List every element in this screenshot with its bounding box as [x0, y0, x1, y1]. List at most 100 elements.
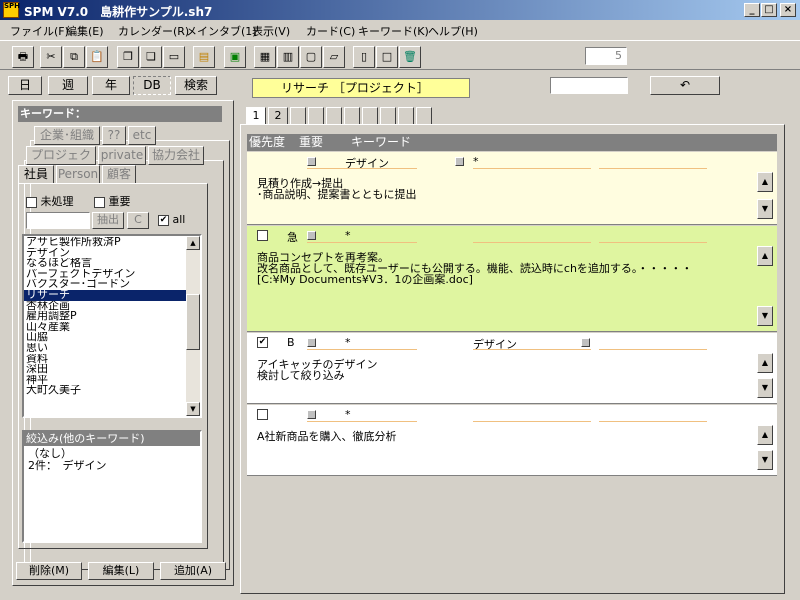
yellow-card-icon[interactable]: ▤	[193, 46, 215, 68]
importance-marker[interactable]	[307, 231, 316, 240]
unprocessed-checkbox[interactable]: 未処理	[26, 193, 74, 209]
card-priority[interactable]: 急	[287, 229, 298, 245]
right-input[interactable]	[550, 77, 628, 94]
card-scroll-down-button[interactable]: ▼	[757, 450, 773, 470]
page-tab-empty[interactable]	[380, 107, 396, 125]
tab-qq[interactable]: ??	[102, 126, 126, 145]
undo-button[interactable]: ↶	[650, 76, 720, 95]
counter-field[interactable]: 5	[585, 47, 627, 65]
card[interactable]: ✔ B * デザイン アイキャッチのデザイン 検討して絞り込み ▲ ▼	[247, 333, 777, 404]
keyword-list[interactable]: アサヒ製作所救済P デザイン なるほど格言 パーフェクトデザイン バクスター･ゴードンリ…	[22, 234, 202, 418]
tab-company[interactable]: 企業･組織	[34, 126, 100, 145]
tab-db[interactable]: DB	[133, 76, 171, 95]
card-scroll-down-button[interactable]: ▼	[757, 199, 773, 219]
card-scroll-up-button[interactable]: ▲	[757, 246, 773, 266]
page-tab-empty[interactable]	[326, 107, 342, 125]
folder-open-icon[interactable]: ▱	[323, 46, 345, 68]
filter-item[interactable]: 2件： デザイン	[28, 460, 107, 472]
card[interactable]: 急 * 商品コンセプトを再考案。 改名商品として、既存ユーザーにも公開する。機能、読…	[247, 226, 777, 332]
copy-icon[interactable]: ⧉	[63, 46, 85, 68]
trash-icon[interactable]: 🗑	[399, 46, 421, 68]
delete-button[interactable]: 削除(M)	[16, 562, 82, 580]
blank-card-icon[interactable]: □	[376, 46, 398, 68]
card-text[interactable]: 商品コンセプトを再考案。 改名商品として、既存ユーザーにも公開する。機能、読込時…	[257, 252, 692, 285]
scroll-thumb[interactable]	[186, 294, 200, 350]
card-checkbox[interactable]	[257, 230, 268, 241]
menu-maintab[interactable]: メインタブ(1)	[186, 23, 257, 39]
folder-icon[interactable]: ▢	[300, 46, 322, 68]
copy-card-icon[interactable]: ❐	[117, 46, 139, 68]
page-tab-empty[interactable]	[290, 107, 306, 125]
all-checkbox[interactable]: ✔ all	[158, 213, 185, 226]
card-priority[interactable]: B	[287, 336, 295, 349]
print-icon[interactable]: 🖶	[12, 46, 34, 68]
menu-help[interactable]: ヘルプ(H)	[428, 23, 478, 39]
keyword-marker[interactable]	[455, 157, 464, 166]
tab-year[interactable]: 年	[92, 76, 130, 95]
all-box[interactable]: ✔	[158, 214, 169, 226]
card-text[interactable]: アイキャッチのデザイン 検討して絞り込み	[257, 359, 377, 381]
menu-view[interactable]: 表示(V)	[252, 23, 290, 39]
tab-project[interactable]: プロジェクト	[26, 146, 96, 178]
card-scroll-down-button[interactable]: ▼	[757, 306, 773, 326]
add-button[interactable]: 追加(A)	[160, 562, 226, 580]
importance-marker[interactable]	[307, 410, 316, 419]
menu-file[interactable]: ファイル(F)	[10, 23, 69, 39]
close-button[interactable]: ×	[780, 3, 796, 17]
card-scroll-up-button[interactable]: ▲	[757, 425, 773, 445]
menu-edit[interactable]: 編集(E)	[66, 23, 104, 39]
card-scroll-down-button[interactable]: ▼	[757, 378, 773, 398]
page-tab-1[interactable]: 1	[246, 107, 266, 125]
unprocessed-box[interactable]	[26, 196, 37, 208]
page-tab-empty[interactable]	[308, 107, 324, 125]
important-box[interactable]	[94, 196, 105, 208]
tab-week[interactable]: 週	[48, 76, 88, 95]
card-keyword-1[interactable]: *	[345, 229, 351, 242]
keyword-marker[interactable]	[581, 338, 590, 347]
tab-private[interactable]: private	[98, 146, 146, 165]
keyword-list-item[interactable]: 山々産業	[24, 322, 186, 333]
maximize-button[interactable]: □	[761, 3, 777, 17]
paste-card-icon[interactable]: ❏	[140, 46, 162, 68]
card[interactable]: * A社新商品を購入、徹底分析 ▲ ▼	[247, 405, 777, 476]
keyword-scrollbar[interactable]: ▲ ▼	[186, 236, 200, 416]
keyword-list-item[interactable]: リサーチ	[24, 289, 186, 301]
card-scroll-up-button[interactable]: ▲	[757, 353, 773, 373]
keyword-list-item[interactable]: 深田	[24, 364, 186, 375]
paste-icon[interactable]: 📋	[86, 46, 108, 68]
menu-keyword[interactable]: キーワード(K)	[358, 23, 429, 39]
card-text[interactable]: 見積り作成→提出 ･商品説明、提案書とともに提出	[257, 178, 417, 200]
keyword-filter-input[interactable]	[26, 212, 90, 229]
tab-employee[interactable]: 社員	[18, 165, 54, 184]
keyword-list-item[interactable]: 杏林企画	[24, 301, 186, 312]
tab-etc[interactable]: etc	[128, 126, 156, 145]
importance-marker[interactable]	[307, 157, 316, 166]
window-icon[interactable]: ▭	[163, 46, 185, 68]
keyword-list-item[interactable]: パーフェクトデザイン	[24, 269, 186, 280]
card-checkbox[interactable]	[257, 409, 268, 420]
keyword-list-item[interactable]: 神平	[24, 375, 186, 386]
window-green-icon[interactable]: ▣	[224, 46, 246, 68]
page-tab-empty[interactable]	[344, 107, 360, 125]
extract-button[interactable]: 抽出	[92, 212, 124, 229]
page-tab-empty[interactable]	[416, 107, 432, 125]
grid-icon[interactable]: ▦	[254, 46, 276, 68]
tab-search[interactable]: 検索	[175, 76, 217, 95]
keyword-list-item[interactable]: なるほど格言	[24, 258, 186, 269]
card[interactable]: デザイン * 見積り作成→提出 ･商品説明、提案書とともに提出 ▲ ▼	[247, 152, 777, 225]
keyword-list-item[interactable]: バクスター･ゴードン	[24, 279, 186, 290]
keyword-list-item[interactable]: 思い	[24, 343, 186, 354]
page-tab-empty[interactable]	[398, 107, 414, 125]
card-text[interactable]: A社新商品を購入、徹底分析	[257, 431, 397, 442]
keyword-list-item[interactable]: 雇用調整P	[24, 311, 186, 322]
minimize-button[interactable]: _	[744, 3, 760, 17]
keyword-list-item[interactable]: アサヒ製作所救済P	[24, 237, 186, 248]
importance-marker[interactable]	[307, 338, 316, 347]
page-tab-2[interactable]: 2	[268, 107, 288, 125]
page-tab-empty[interactable]	[362, 107, 378, 125]
important-checkbox[interactable]: 重要	[94, 193, 131, 209]
tab-day[interactable]: 日	[8, 76, 42, 95]
clear-button[interactable]: C	[127, 212, 149, 229]
keyword-list-item[interactable]: 大町久美子	[24, 385, 186, 396]
edit-button[interactable]: 編集(L)	[88, 562, 154, 580]
